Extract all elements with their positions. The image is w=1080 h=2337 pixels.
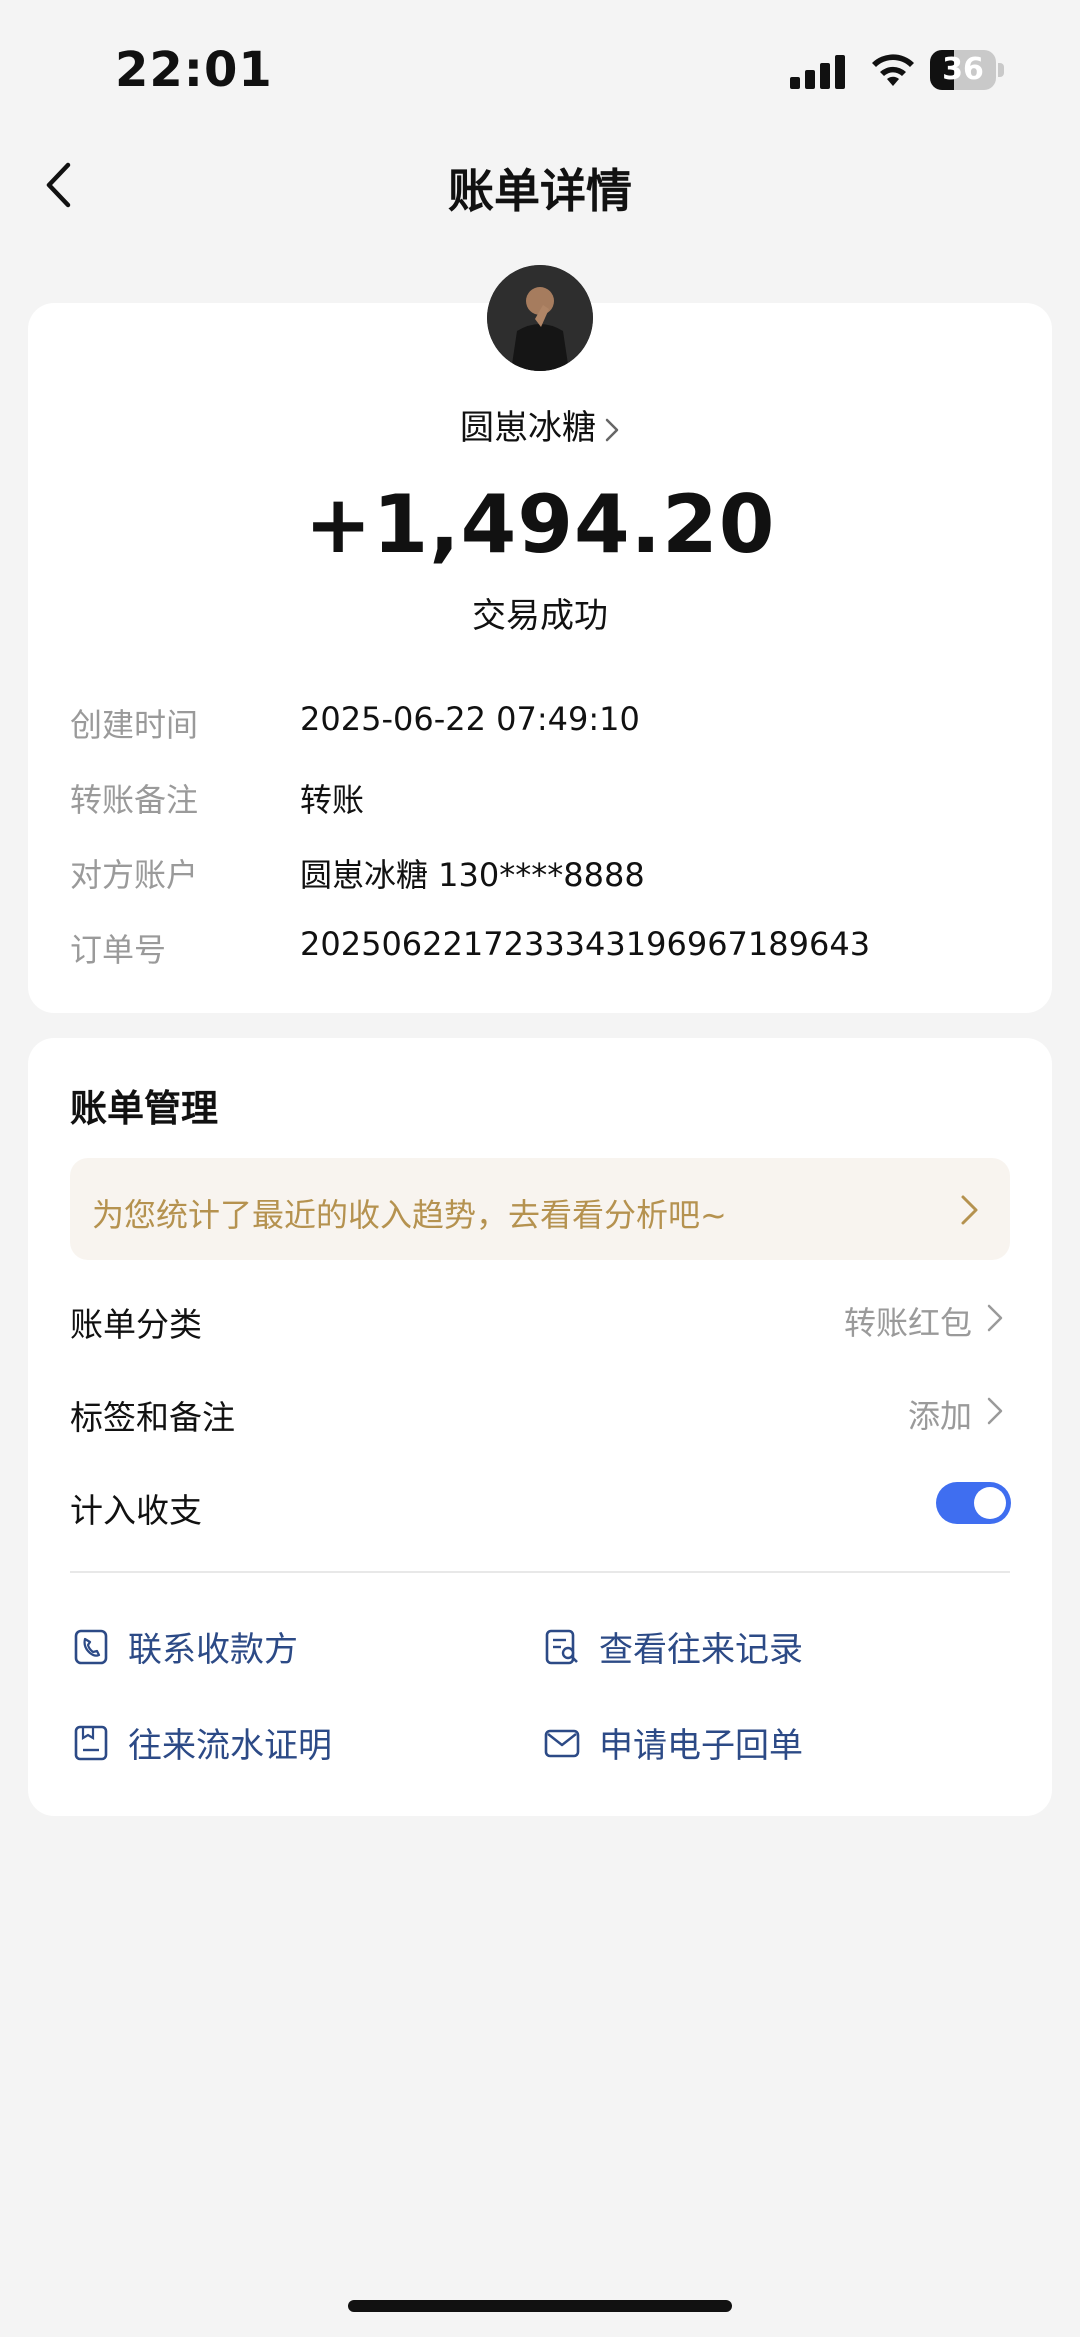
banner-text: 为您统计了最近的收入趋势，去看看分析吧~ (92, 1196, 727, 1234)
detail-label-remark: 转账备注 (70, 781, 199, 819)
document-icon (74, 1725, 108, 1760)
payee-name: 圆崽冰糖 (460, 408, 596, 448)
detail-value-counterparty: 圆崽冰糖 130****8888 (300, 856, 645, 894)
statement-proof-label: 往来流水证明 (128, 1726, 332, 1766)
bill-category-label: 账单分类 (70, 1305, 202, 1344)
e-receipt-label: 申请电子回单 (599, 1726, 803, 1766)
contact-payee-label: 联系收款方 (128, 1630, 298, 1670)
record-search-icon (545, 1629, 578, 1664)
chevron-right-icon (961, 1195, 978, 1225)
page-title: 账单详情 (448, 164, 632, 218)
chevron-right-icon (605, 418, 619, 441)
detail-value-order-number: 20250622172333431969671896​43 (300, 925, 871, 963)
bill-category-value[interactable]: 转账红包 (844, 1298, 972, 1344)
chevron-right-icon (987, 1397, 1003, 1425)
transaction-status: 交易成功 (472, 596, 608, 636)
detail-label-order-number: 订单号 (70, 931, 167, 969)
avatar[interactable] (487, 265, 593, 371)
e-receipt-button[interactable]: 申请电子回单 (543, 1718, 803, 1767)
battery-icon: 36 (930, 50, 1006, 90)
cellular-signal-icon (790, 55, 845, 89)
tags-remarks-label: 标签和备注 (70, 1398, 235, 1437)
contact-payee-button[interactable]: 联系收款方 (72, 1622, 298, 1671)
view-history-button[interactable]: 查看往来记录 (543, 1622, 803, 1671)
include-in-stats-toggle[interactable] (936, 1482, 1011, 1524)
phone-icon (74, 1629, 108, 1664)
chevron-right-icon (987, 1304, 1003, 1332)
detail-value-created-time: 2025-06-22 07:49:10 (300, 700, 640, 738)
status-time: 22:01 (115, 42, 273, 98)
envelope-icon (544, 1729, 580, 1757)
detail-value-remark: 转账 (300, 781, 365, 819)
section-title: 账单管理 (70, 1087, 218, 1130)
statement-proof-button[interactable]: 往来流水证明 (72, 1718, 332, 1767)
divider (70, 1571, 1010, 1573)
detail-label-counterparty: 对方账户 (70, 856, 199, 894)
wifi-icon (872, 54, 914, 86)
tags-remarks-add[interactable]: 添加 (908, 1391, 972, 1437)
detail-label-created-time: 创建时间 (70, 706, 199, 744)
payee-link[interactable]: 圆崽冰糖 (0, 400, 1080, 449)
include-in-stats-label: 计入收支 (70, 1491, 202, 1530)
home-indicator[interactable] (348, 2300, 732, 2312)
amount: +1,494.20 (304, 478, 776, 571)
battery-level: 36 (942, 52, 984, 87)
view-history-label: 查看往来记录 (599, 1630, 803, 1670)
